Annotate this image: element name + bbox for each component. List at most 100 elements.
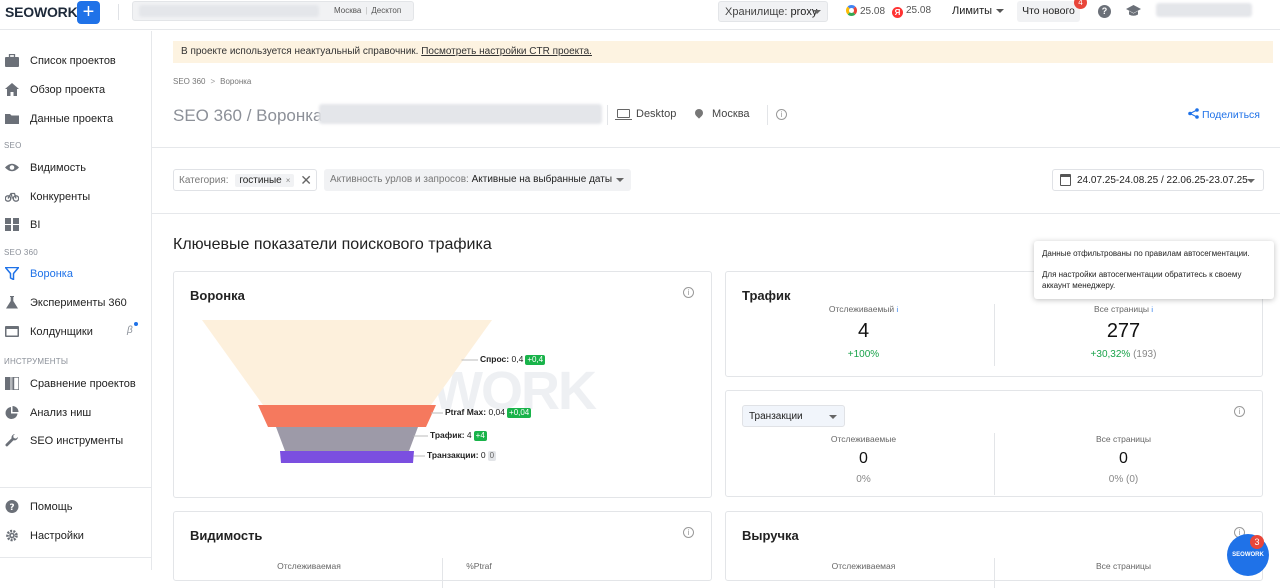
grid-icon [5, 218, 19, 231]
laptop-icon [615, 109, 632, 120]
divider [767, 105, 768, 125]
info-icon[interactable]: i [776, 109, 787, 120]
transactions-all-metric: Все страницы 0 0% (0) [1036, 434, 1211, 485]
user-menu-redacted[interactable] [1156, 3, 1252, 17]
metric-delta: 0% [856, 474, 871, 485]
funnel-stage[interactable] [202, 320, 492, 405]
category-chip[interactable]: гостиные × [235, 174, 295, 187]
chevron-down-icon [829, 415, 837, 419]
transactions-tracked-metric: Отслеживаемые 0 0% [776, 434, 951, 485]
sidebar-item-projects[interactable]: Список проектов [0, 48, 151, 74]
sidebar-item-bi[interactable]: BI [0, 212, 151, 238]
project-region: Москва [334, 6, 362, 15]
activity-filter-select[interactable]: Активность урлов и запросов: Активные на… [324, 169, 631, 191]
sidebar-item-wizards[interactable]: Колдунщики β [0, 319, 151, 345]
storage-label: Хранилище: [725, 6, 788, 18]
card-title: Видимость [190, 528, 263, 543]
whats-new-badge: 4 [1074, 0, 1087, 9]
category-filter[interactable]: Категория: гостиные × ✕ [173, 169, 317, 191]
metric-type-select[interactable]: Транзакции [742, 405, 845, 427]
funnel-label-demand: Спрос: 0,4 +0,4 [480, 354, 546, 365]
sidebar-item-settings[interactable]: Настройки [0, 523, 151, 549]
sidebar-item-funnel[interactable]: Воронка [0, 261, 151, 287]
info-icon[interactable]: i [683, 527, 694, 538]
sidebar-item-competitors[interactable]: Конкуренты [0, 184, 151, 210]
divider [118, 4, 119, 20]
chevron-down-icon [813, 10, 821, 14]
info-icon[interactable]: i [897, 307, 899, 314]
share-icon [1188, 108, 1199, 119]
app-logo[interactable]: SEOWORK [5, 4, 78, 20]
banner-ctr-settings-link[interactable]: Посмотреть настройки CTR проекта. [421, 46, 592, 57]
yandex-update-date: Я 25.08 [892, 5, 931, 18]
visibility-card: Видимость i Отслеживаемая %Ptraf [173, 511, 712, 588]
eye-icon [5, 163, 19, 172]
date-range-picker[interactable]: 24.07.25-24.08.25 / 22.06.25-23.07.25 [1052, 169, 1264, 191]
divider [442, 558, 443, 588]
clear-filter-icon[interactable]: ✕ [300, 172, 312, 189]
region-indicator: Москва [693, 107, 750, 120]
sidebar-item-visibility[interactable]: Видимость [0, 155, 151, 181]
metric-delta: 0% (0) [1108, 474, 1139, 485]
sidebar-item-compare-projects[interactable]: Сравнение проектов [0, 371, 151, 397]
chip-close-icon[interactable]: × [286, 176, 291, 185]
add-project-button[interactable]: + [77, 1, 100, 24]
sidebar-item-project-data[interactable]: Данные проекта [0, 106, 151, 132]
info-icon[interactable]: i [1234, 406, 1245, 417]
project-device: Десктоп [371, 6, 402, 15]
chevron-down-icon [1247, 179, 1255, 183]
device-indicator: Desktop [615, 108, 676, 120]
window-icon [5, 326, 19, 337]
sidebar-item-seo-tools[interactable]: SEO инструменты [0, 428, 151, 454]
bicycle-icon [5, 192, 19, 202]
funnel-stage[interactable] [258, 405, 436, 427]
chevron-down-icon [996, 9, 1005, 14]
yandex-icon: Я [892, 7, 903, 18]
breadcrumb-root[interactable]: SEO 360 [173, 77, 205, 86]
transactions-card: Транзакции i Отслеживаемые 0 0% Все стра… [725, 390, 1263, 497]
funnel-card: Воронка i WORK Спрос: 0,4 +0,4 Ptraf Max:… [173, 271, 712, 498]
compare-icon [5, 377, 19, 390]
home-icon [5, 83, 19, 96]
project-name-redacted [139, 5, 319, 17]
sidebar-item-experiments[interactable]: Эксперименты 360 [0, 290, 151, 316]
project-name-redacted [319, 104, 602, 124]
banner-text: В проекте используется неактуальный спра… [181, 46, 422, 57]
filters-divider [152, 213, 1280, 214]
traffic-all-metric: Все страницы i 277 +30,32% (193) [1036, 304, 1211, 360]
help-icon[interactable]: ? [1098, 5, 1111, 18]
folder-icon [5, 114, 19, 124]
beta-badge: β [127, 325, 133, 336]
funnel-label-ptraf: Ptraf Max: 0,04 +0,04 [445, 407, 532, 418]
funnel-stage[interactable] [280, 451, 414, 463]
share-button[interactable]: Поделиться [1188, 108, 1260, 121]
limits-menu[interactable]: Лимиты [952, 5, 1005, 17]
google-icon [846, 5, 857, 16]
funnel-stage[interactable] [276, 427, 418, 451]
sidebar-item-overview[interactable]: Обзор проекта [0, 77, 151, 103]
wrench-icon [5, 434, 18, 447]
flask-icon [6, 296, 18, 309]
breadcrumb-current: Воронка [220, 77, 252, 86]
sidebar-section-seo360: SEO 360 [4, 248, 38, 257]
sidebar-divider [0, 487, 151, 488]
new-dot-indicator [133, 321, 139, 327]
whats-new-button[interactable]: Что нового [1017, 1, 1080, 22]
divider [994, 558, 995, 588]
metric-value: 0 [859, 450, 868, 467]
sidebar-item-niche-analysis[interactable]: Анализ ниш [0, 400, 151, 426]
storage-select[interactable]: Хранилище: proxy [718, 1, 828, 22]
graduation-cap-icon[interactable] [1126, 5, 1141, 17]
sidebar-item-help[interactable]: ? Помощь [0, 494, 151, 520]
traffic-tracked-metric: Отслеживаемый i 4 +100% [776, 304, 951, 360]
project-region-device: Москва | Десктоп [334, 6, 402, 15]
info-icon[interactable]: i [1151, 307, 1153, 314]
main-content: В проекте используется неактуальный спра… [152, 31, 1280, 588]
card-title: Выручка [742, 528, 799, 543]
warning-banner: В проекте используется неактуальный спра… [173, 41, 1273, 63]
autosegmentation-tooltip: Данные отфильтрованы по правилам автосег… [1034, 241, 1274, 299]
sidebar: Список проектов Обзор проекта Данные про… [0, 31, 152, 570]
project-selector[interactable]: Москва | Десктоп [132, 1, 414, 21]
metric-value: 277 [1106, 320, 1141, 342]
card-title: Трафик [742, 288, 791, 303]
